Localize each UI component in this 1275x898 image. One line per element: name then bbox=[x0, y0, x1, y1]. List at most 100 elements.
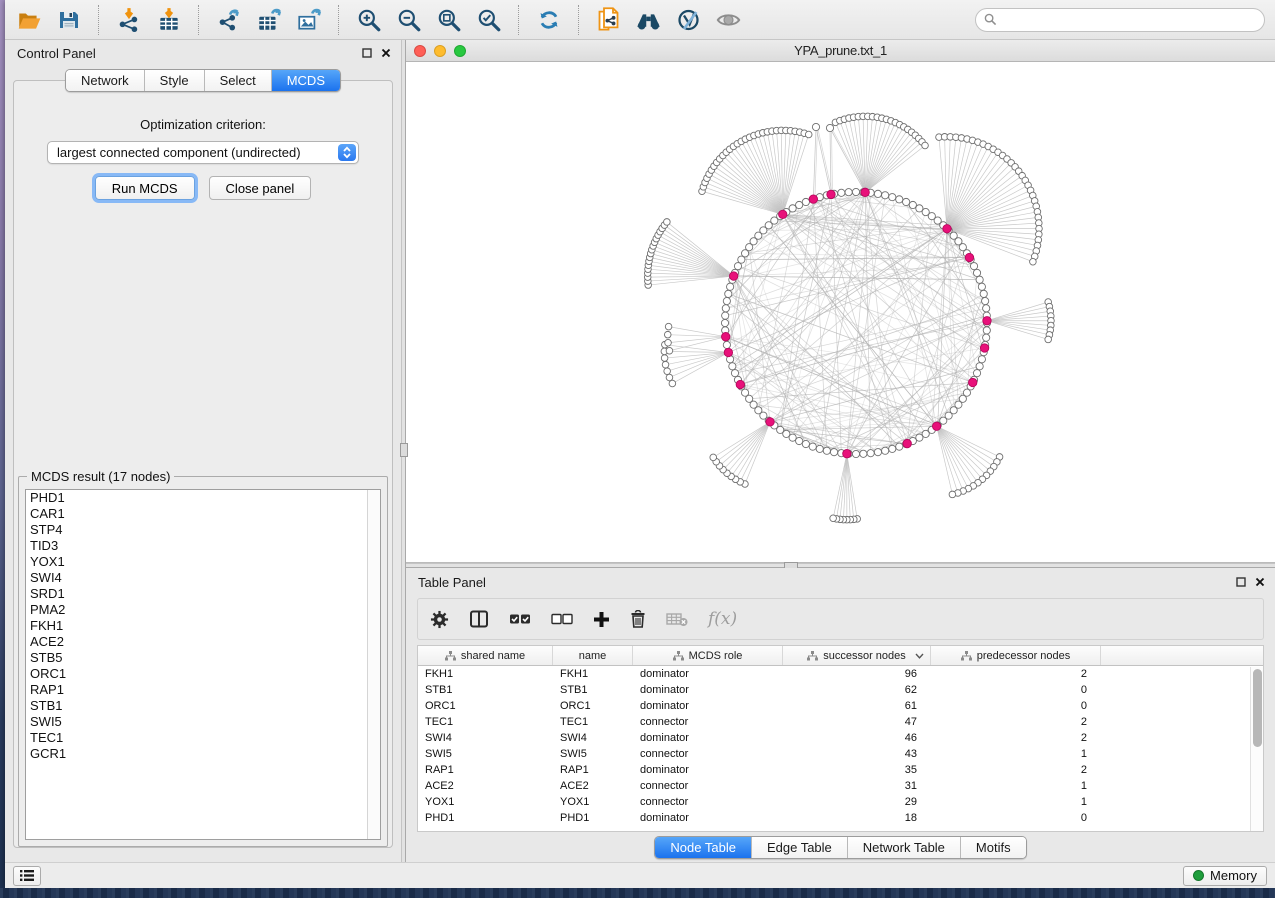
network-node[interactable] bbox=[867, 450, 874, 457]
network-leaf-node[interactable] bbox=[666, 347, 673, 354]
network-leaf-node[interactable] bbox=[665, 323, 672, 330]
close-panel-icon[interactable] bbox=[1255, 577, 1265, 587]
clone-network-icon[interactable] bbox=[595, 6, 622, 33]
refresh-view-icon[interactable] bbox=[535, 6, 562, 33]
network-node[interactable] bbox=[727, 283, 734, 290]
network-node[interactable] bbox=[860, 450, 867, 457]
network-node[interactable] bbox=[896, 196, 903, 203]
network-node[interactable] bbox=[980, 290, 987, 297]
memory-button[interactable]: Memory bbox=[1183, 866, 1267, 886]
mcds-result-item[interactable]: STB5 bbox=[26, 650, 380, 666]
mcds-dominator-node[interactable] bbox=[736, 380, 744, 388]
import-table-icon[interactable] bbox=[155, 6, 182, 33]
tab-network[interactable]: Network bbox=[66, 70, 145, 91]
table-row[interactable]: FKH1FKH1dominator962 bbox=[418, 666, 1263, 682]
network-node[interactable] bbox=[983, 327, 990, 334]
mcds-result-item[interactable]: GCR1 bbox=[26, 746, 380, 762]
network-node[interactable] bbox=[909, 201, 916, 208]
mcds-dominator-node[interactable] bbox=[969, 378, 977, 386]
mcds-result-list[interactable]: PHD1CAR1STP4TID3YOX1SWI4SRD1PMA2FKH1ACE2… bbox=[25, 489, 381, 840]
tab-style[interactable]: Style bbox=[145, 70, 205, 91]
tab-motifs[interactable]: Motifs bbox=[961, 837, 1026, 858]
network-node[interactable] bbox=[852, 188, 859, 195]
mcds-result-item[interactable]: CAR1 bbox=[26, 506, 380, 522]
network-leaf-node[interactable] bbox=[661, 355, 668, 362]
mcds-dominator-node[interactable] bbox=[809, 195, 817, 203]
mcds-dominator-node[interactable] bbox=[965, 253, 973, 261]
mcds-result-item[interactable]: YOX1 bbox=[26, 554, 380, 570]
network-node[interactable] bbox=[729, 363, 736, 370]
table-row[interactable]: SWI5SWI5connector431 bbox=[418, 746, 1263, 762]
table-row[interactable]: TEC1TEC1connector472 bbox=[418, 714, 1263, 730]
network-node[interactable] bbox=[838, 189, 845, 196]
table-row[interactable]: STB1STB1dominator620 bbox=[418, 682, 1263, 698]
column-header-successor-nodes[interactable]: successor nodes bbox=[783, 646, 931, 665]
table-scrollbar[interactable] bbox=[1250, 667, 1263, 831]
float-panel-icon[interactable] bbox=[362, 48, 372, 58]
mcds-result-item[interactable]: PMA2 bbox=[26, 602, 380, 618]
network-node[interactable] bbox=[973, 370, 980, 377]
mcds-result-item[interactable]: FKH1 bbox=[26, 618, 380, 634]
network-node[interactable] bbox=[889, 194, 896, 201]
network-leaf-node[interactable] bbox=[922, 142, 929, 149]
network-node[interactable] bbox=[816, 445, 823, 452]
search-input[interactable] bbox=[1002, 13, 1256, 27]
network-leaf-node[interactable] bbox=[710, 454, 717, 461]
network-node[interactable] bbox=[896, 443, 903, 450]
network-leaf-node[interactable] bbox=[662, 361, 669, 368]
network-node[interactable] bbox=[796, 437, 803, 444]
mcds-dominator-node[interactable] bbox=[980, 344, 988, 352]
network-node[interactable] bbox=[796, 201, 803, 208]
create-column-plus-icon[interactable] bbox=[593, 607, 610, 631]
mcds-dominator-node[interactable] bbox=[827, 190, 835, 198]
table-row[interactable]: ORC1ORC1dominator610 bbox=[418, 698, 1263, 714]
export-image-icon[interactable] bbox=[295, 6, 322, 33]
network-node[interactable] bbox=[725, 290, 732, 297]
column-header-name[interactable]: name bbox=[553, 646, 633, 665]
mcds-dominator-node[interactable] bbox=[722, 332, 730, 340]
network-node[interactable] bbox=[823, 447, 830, 454]
network-leaf-node[interactable] bbox=[1030, 258, 1037, 265]
network-node[interactable] bbox=[982, 297, 989, 304]
mcds-dominator-node[interactable] bbox=[766, 418, 774, 426]
deselect-all-columns-icon[interactable] bbox=[551, 607, 573, 631]
search-binoculars-icon[interactable] bbox=[635, 6, 662, 33]
tab-mcds[interactable]: MCDS bbox=[272, 70, 340, 91]
network-node[interactable] bbox=[830, 449, 837, 456]
network-node[interactable] bbox=[978, 356, 985, 363]
zoom-out-icon[interactable] bbox=[395, 6, 422, 33]
table-row[interactable]: SWI4SWI4dominator462 bbox=[418, 730, 1263, 746]
mcds-result-item[interactable]: SRD1 bbox=[26, 586, 380, 602]
network-leaf-node[interactable] bbox=[669, 380, 676, 387]
close-panel-icon[interactable] bbox=[381, 48, 391, 58]
network-leaf-node[interactable] bbox=[664, 219, 671, 226]
network-node[interactable] bbox=[809, 443, 816, 450]
import-network-icon[interactable] bbox=[115, 6, 142, 33]
mcds-dominator-node[interactable] bbox=[943, 225, 951, 233]
table-row[interactable]: RAP1RAP1dominator352 bbox=[418, 762, 1263, 778]
network-node[interactable] bbox=[723, 297, 730, 304]
network-leaf-node[interactable] bbox=[805, 131, 812, 138]
network-node[interactable] bbox=[731, 370, 738, 377]
mcds-dominator-node[interactable] bbox=[861, 188, 869, 196]
mcds-result-item[interactable]: STP4 bbox=[26, 522, 380, 538]
network-node[interactable] bbox=[973, 269, 980, 276]
mcds-dominator-node[interactable] bbox=[903, 439, 911, 447]
network-node[interactable] bbox=[970, 263, 977, 270]
network-node[interactable] bbox=[845, 189, 852, 196]
mcds-result-item[interactable]: ACE2 bbox=[26, 634, 380, 650]
mcds-result-item[interactable]: SWI5 bbox=[26, 714, 380, 730]
mcds-dominator-node[interactable] bbox=[932, 422, 940, 430]
network-node[interactable] bbox=[983, 305, 990, 312]
mcds-result-item[interactable]: TEC1 bbox=[26, 730, 380, 746]
task-history-button[interactable] bbox=[13, 866, 41, 886]
network-node[interactable] bbox=[826, 124, 833, 131]
scrollbar-thumb[interactable] bbox=[1253, 669, 1262, 747]
tab-select[interactable]: Select bbox=[205, 70, 272, 91]
column-header-mcds-role[interactable]: MCDS role bbox=[633, 646, 783, 665]
save-session-icon[interactable] bbox=[55, 6, 82, 33]
table-row[interactable]: ACE2ACE2connector311 bbox=[418, 778, 1263, 794]
zoom-in-icon[interactable] bbox=[355, 6, 382, 33]
mcds-result-item[interactable]: STB1 bbox=[26, 698, 380, 714]
run-mcds-button[interactable]: Run MCDS bbox=[95, 176, 195, 200]
